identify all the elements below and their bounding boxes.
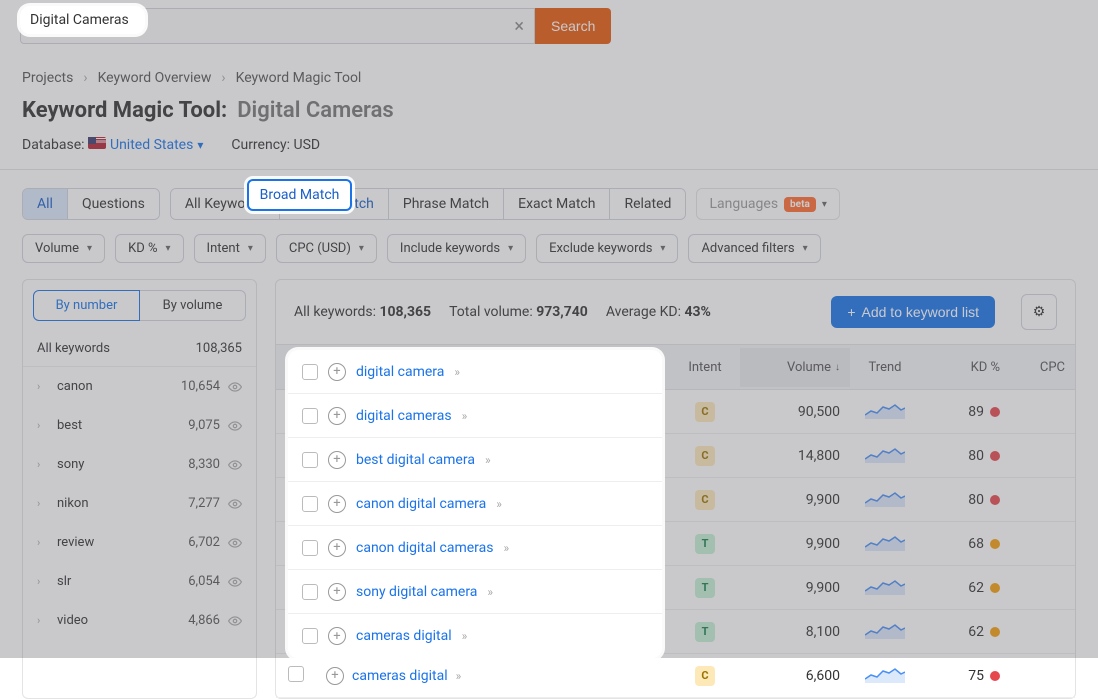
- trend-sparkline: [865, 665, 905, 683]
- keyword-link[interactable]: canon digital cameras: [356, 540, 493, 556]
- open-icon[interactable]: »: [503, 541, 509, 555]
- open-icon[interactable]: »: [456, 669, 462, 683]
- row-checkbox[interactable]: [302, 408, 318, 424]
- keyword-link[interactable]: canon digital camera: [356, 496, 486, 512]
- row-checkbox[interactable]: [302, 496, 318, 512]
- row-checkbox[interactable]: [288, 666, 304, 682]
- expand-icon[interactable]: +: [328, 363, 346, 381]
- expand-icon[interactable]: +: [328, 583, 346, 601]
- expand-icon[interactable]: +: [326, 667, 344, 685]
- row-checkbox[interactable]: [302, 364, 318, 380]
- highlight-search-term: Digital Cameras: [20, 6, 145, 34]
- kd-dot-icon: [990, 671, 1000, 681]
- open-icon[interactable]: »: [462, 629, 468, 643]
- highlight-keyword-rows: + digital camera » + digital cameras » + best d…: [288, 350, 662, 658]
- expand-icon[interactable]: +: [328, 627, 346, 645]
- open-icon[interactable]: »: [485, 453, 491, 467]
- keyword-link[interactable]: digital camera: [356, 364, 444, 380]
- row-checkbox[interactable]: [302, 584, 318, 600]
- keyword-link[interactable]: sony digital camera: [356, 584, 477, 600]
- open-icon[interactable]: »: [487, 585, 493, 599]
- open-icon[interactable]: »: [454, 365, 460, 379]
- expand-icon[interactable]: +: [328, 407, 346, 425]
- table-row: + cameras digital » C 6,600 75: [276, 654, 1075, 698]
- highlight-broad-match: Broad Match: [247, 179, 352, 211]
- row-checkbox[interactable]: [302, 540, 318, 556]
- keyword-link[interactable]: cameras digital: [356, 628, 452, 644]
- kd-cell: 75: [920, 658, 1010, 694]
- row-checkbox[interactable]: [302, 628, 318, 644]
- keyword-link[interactable]: digital cameras: [356, 408, 452, 424]
- keyword-link[interactable]: cameras digital: [352, 668, 448, 684]
- open-icon[interactable]: »: [496, 497, 502, 511]
- open-icon[interactable]: »: [462, 409, 468, 423]
- keyword-link[interactable]: best digital camera: [356, 452, 475, 468]
- expand-icon[interactable]: +: [328, 451, 346, 469]
- volume-cell: 6,600: [740, 658, 850, 694]
- intent-badge: C: [695, 666, 715, 686]
- expand-icon[interactable]: +: [328, 495, 346, 513]
- row-checkbox[interactable]: [302, 452, 318, 468]
- expand-icon[interactable]: +: [328, 539, 346, 557]
